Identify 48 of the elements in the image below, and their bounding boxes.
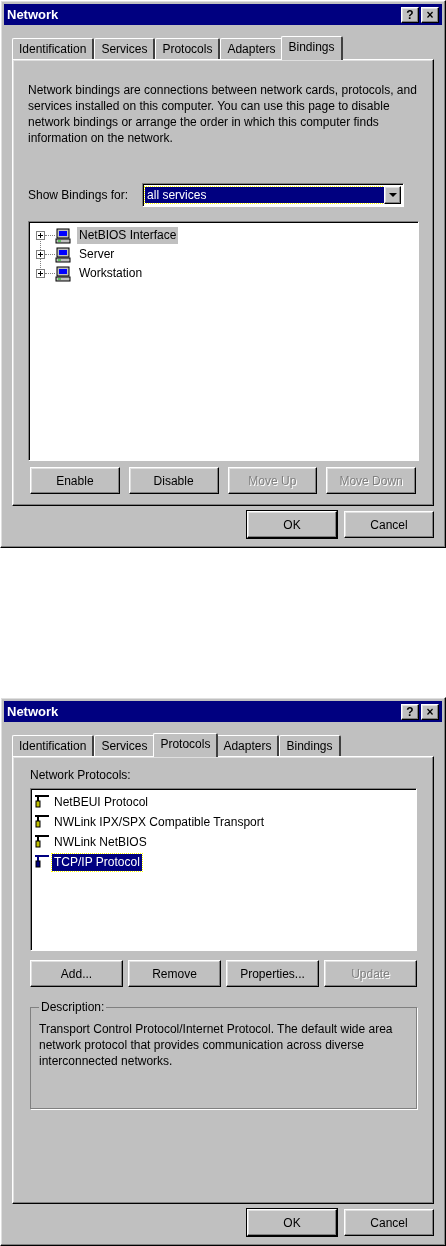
tab[interactable]: Services	[94, 735, 156, 756]
tab[interactable]: Bindings	[279, 735, 341, 756]
tree-item[interactable]: Server	[77, 246, 117, 263]
tab[interactable]: Identification	[12, 735, 95, 756]
action-button[interactable]: Enable	[30, 467, 120, 494]
window-title: Network	[7, 702, 60, 721]
tab[interactable]: Adapters	[216, 735, 280, 756]
expand-icon[interactable]	[36, 269, 45, 278]
tree-item[interactable]: Workstation	[77, 265, 145, 282]
expand-icon[interactable]	[36, 250, 45, 259]
cancel-button[interactable]: Cancel	[344, 511, 434, 538]
description-text: Transport Control Protocol/Internet Protocol. The default wide area network protocol that provides communication across diverse interconnected networks.	[39, 1021, 394, 1069]
tab[interactable]: Identification	[12, 38, 95, 59]
tab[interactable]: Protocols	[153, 733, 219, 757]
ok-button[interactable]: OK	[247, 1209, 337, 1236]
action-button[interactable]: Remove	[128, 960, 221, 987]
protocol-item[interactable]: NWLink IPX/SPX Compatible Transport	[52, 813, 267, 831]
bindings-dropdown[interactable]: all services	[142, 183, 405, 207]
tab[interactable]: Bindings	[281, 36, 343, 60]
tab[interactable]: Protocols	[155, 38, 221, 59]
protocol-item[interactable]: NetBEUI Protocol	[52, 793, 151, 811]
ok-button[interactable]: OK	[247, 511, 337, 538]
network-plug-icon	[34, 855, 50, 869]
computer-icon	[55, 246, 71, 263]
window-title: Network	[7, 5, 60, 24]
action-button[interactable]: Properties...	[226, 960, 319, 987]
description-title: Description:	[39, 999, 107, 1015]
expand-icon[interactable]	[36, 231, 45, 240]
help-button[interactable]: ?	[401, 6, 419, 23]
action-button[interactable]: Disable	[128, 467, 219, 494]
tab[interactable]: Adapters	[220, 38, 284, 59]
protocol-item[interactable]: TCP/IP Protocol	[52, 853, 142, 871]
computer-icon	[55, 265, 71, 282]
action-button[interactable]: Add...	[30, 960, 123, 987]
network-plug-icon	[34, 815, 50, 829]
tab[interactable]: Services	[94, 38, 156, 59]
tree-item[interactable]: NetBIOS Interface	[77, 227, 179, 244]
computer-icon	[55, 227, 71, 244]
help-button[interactable]: ?	[401, 703, 419, 720]
protocol-item[interactable]: NWLink NetBIOS	[52, 833, 149, 851]
show-bindings-label: Show Bindings for:	[28, 187, 129, 204]
network-plug-icon	[34, 835, 50, 849]
network-protocols-label: Network Protocols:	[30, 767, 132, 783]
network-plug-icon	[34, 795, 50, 809]
description-text: Network bindings are connections between network cards, protocols, and services installed on this computer. You can use this page to disable network bindings or arrange the order in which this computer finds information on the network.	[28, 82, 418, 146]
close-button[interactable]: ×	[421, 6, 439, 23]
close-button[interactable]: ×	[421, 703, 439, 720]
cancel-button[interactable]: Cancel	[344, 1209, 434, 1236]
